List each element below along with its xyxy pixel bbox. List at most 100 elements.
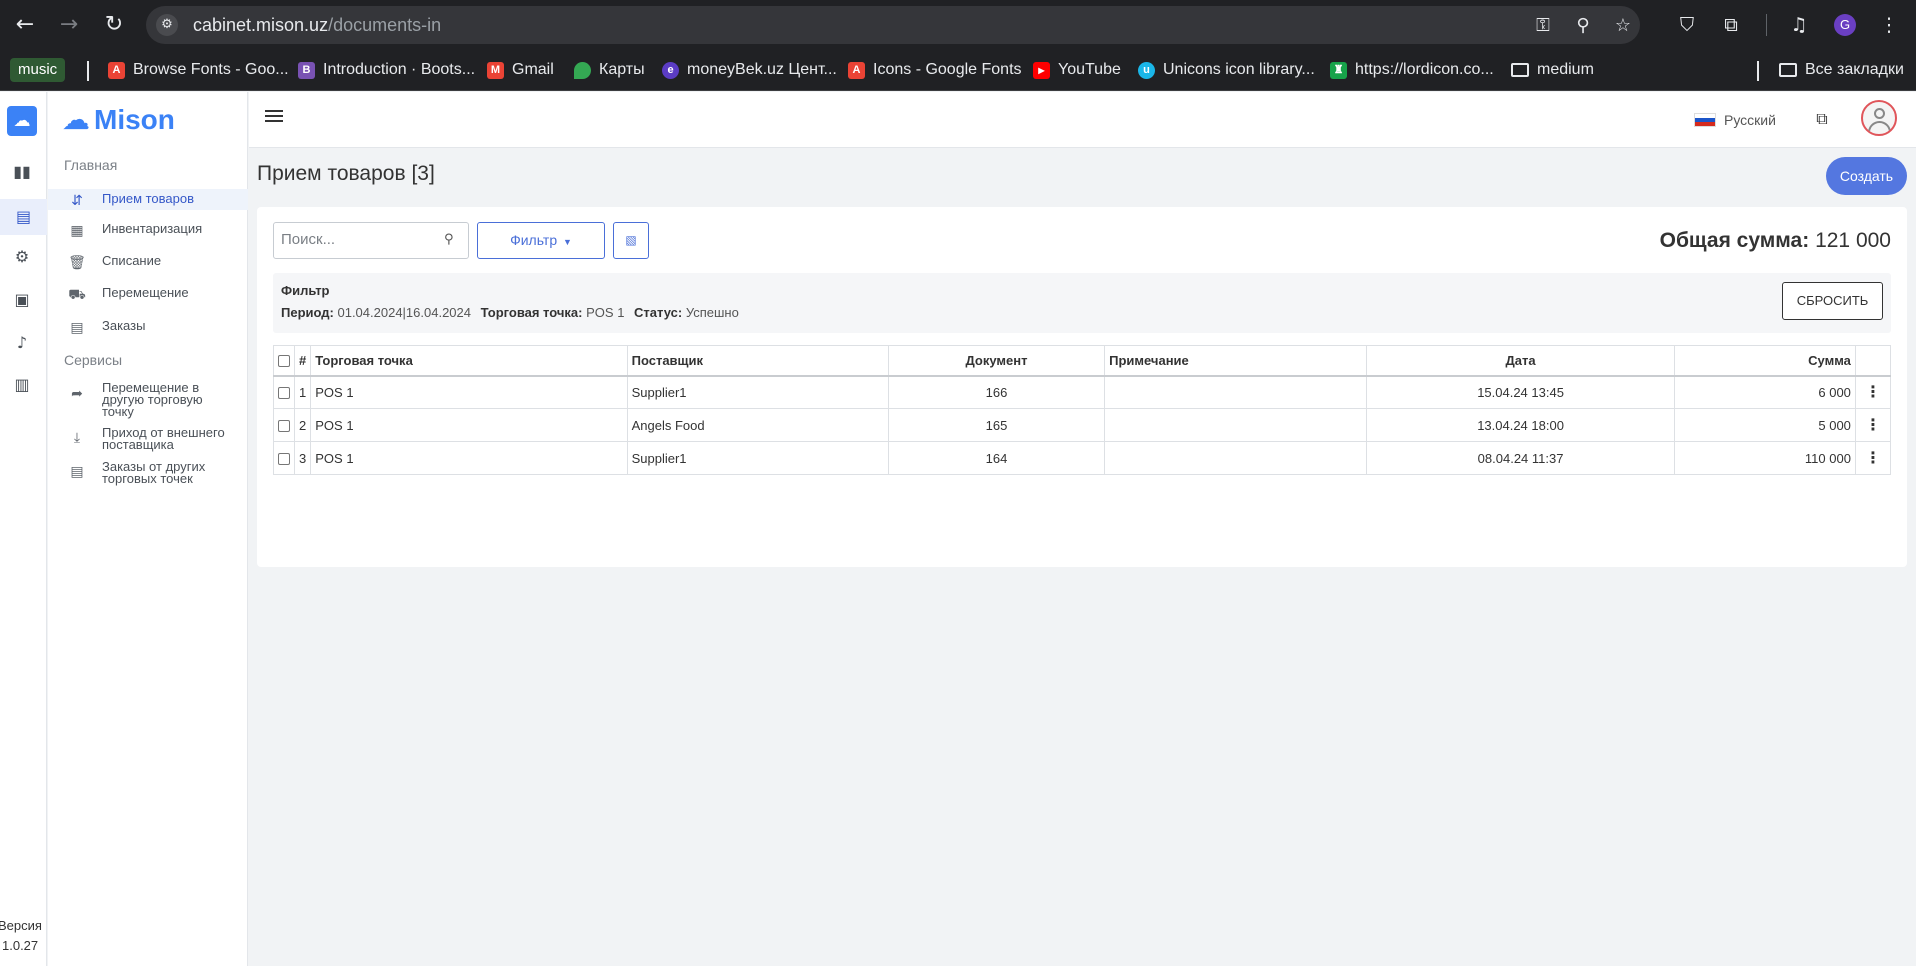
- puzzle-icon[interactable]: ⧉: [1718, 12, 1744, 38]
- bookmark-label: medium: [1537, 61, 1594, 78]
- url-text[interactable]: cabinet.mison.uz/documents-in: [193, 15, 441, 36]
- cloud-logo-icon[interactable]: ☁: [7, 106, 37, 136]
- clipboard-icon[interactable]: ▤: [0, 199, 47, 235]
- brand-name: Mison: [94, 104, 175, 135]
- page-title: Прием товаров [3]: [257, 162, 435, 185]
- address-bar[interactable]: ⚙ cabinet.mison.uz/documents-in ⚿ ⚲ ☆: [146, 6, 1640, 44]
- sidebar-item-label: Заказы от других торговых точек: [102, 459, 206, 486]
- export-file-button[interactable]: ▧: [613, 222, 649, 259]
- sidebar-item-write-off[interactable]: 🗑 Списание: [48, 254, 248, 273]
- filter-button-label: Фильтр: [510, 232, 558, 248]
- row-checkbox[interactable]: [278, 387, 290, 400]
- filter-dropdown-button[interactable]: Фильтр ▼: [477, 222, 605, 259]
- bookmark-youtube[interactable]: ▶ YouTube: [1033, 58, 1121, 82]
- app-header: Русский ⧉: [249, 92, 1916, 148]
- site-info-icon[interactable]: ⚙: [156, 14, 178, 36]
- shield-extension-icon[interactable]: ⛉: [1674, 12, 1700, 38]
- media-icon[interactable]: ♫: [1786, 12, 1812, 38]
- star-icon[interactable]: ☆: [1612, 15, 1634, 37]
- language-label: Русский: [1724, 112, 1776, 128]
- more-vertical-icon[interactable]: ⋮: [1865, 382, 1881, 401]
- bookmark-browse-fonts[interactable]: A Browse Fonts - Goo...: [108, 58, 289, 82]
- column-header-actions: [1854, 345, 1892, 377]
- sidebar-item-goods-receipt[interactable]: ⇵ Прием товаров: [48, 189, 248, 210]
- bookmark-label: YouTube: [1058, 61, 1121, 78]
- row-actions-cell: ⋮: [1854, 441, 1892, 475]
- status-filter-value: Успешно: [685, 305, 739, 320]
- all-bookmarks[interactable]: Все закладки: [1779, 58, 1904, 82]
- sidebar-item-inventory[interactable]: ▦ Инвентаризация: [48, 222, 248, 241]
- sidebar-item-transfer-to-pos[interactable]: ➦ Перемещение в другую торговую точку: [48, 381, 248, 418]
- search-icon[interactable]: ⚲: [444, 232, 460, 248]
- bell-icon[interactable]: ♪: [10, 331, 34, 355]
- forward-arrow-icon[interactable]: →: [56, 12, 82, 38]
- reset-filter-button[interactable]: СБРОСИТЬ: [1782, 282, 1883, 320]
- version-number: 1.0.27: [2, 938, 39, 953]
- menu-dots-icon[interactable]: ⋮: [1876, 12, 1902, 38]
- bookmark-maps[interactable]: Карты: [574, 58, 645, 82]
- bookmark-gmail[interactable]: M Gmail: [487, 58, 554, 82]
- column-header-note[interactable]: Примечание: [1104, 345, 1368, 377]
- table-row[interactable]: 2 POS 1 Angels Food 165 13.04.24 18:00 5…: [272, 408, 1892, 442]
- language-selector[interactable]: Русский: [1694, 112, 1776, 128]
- profile-avatar[interactable]: G: [1834, 14, 1856, 36]
- column-header-num[interactable]: #: [294, 345, 312, 377]
- bookmark-divider: [1757, 61, 1759, 81]
- sidebar-item-external-supplier[interactable]: ⤓ Приход от внешнего поставщика: [48, 426, 248, 453]
- more-vertical-icon[interactable]: ⋮: [1865, 415, 1881, 434]
- bookmark-lordicon[interactable]: ♜ https://lordicon.co...: [1330, 58, 1494, 82]
- russian-flag-icon: [1694, 113, 1716, 127]
- row-checkbox[interactable]: [278, 453, 290, 466]
- cell-date: 13.04.24 18:00: [1366, 408, 1675, 442]
- filter-panel-title: Фильтр: [281, 283, 330, 298]
- bookmark-label: https://lordicon.co...: [1355, 61, 1494, 78]
- bookmark-label: Карты: [599, 61, 645, 78]
- lordicon-icon: ♜: [1330, 61, 1347, 79]
- zoom-icon[interactable]: ⚲: [1572, 15, 1594, 37]
- gmail-icon: M: [487, 61, 504, 79]
- password-key-icon[interactable]: ⚿: [1532, 15, 1554, 37]
- reload-icon[interactable]: ↻: [101, 12, 127, 38]
- sidebar-item-label: Перемещение: [102, 285, 189, 300]
- column-header-sum[interactable]: Сумма: [1673, 345, 1856, 377]
- bookmark-bootstrap[interactable]: B Introduction · Boots...: [298, 58, 475, 82]
- copy-icon[interactable]: ⧉: [1811, 108, 1833, 130]
- column-header-pos[interactable]: Торговая точка: [310, 345, 628, 377]
- row-checkbox[interactable]: [278, 420, 290, 433]
- back-arrow-icon[interactable]: ←: [12, 12, 38, 38]
- select-all-checkbox[interactable]: [278, 355, 290, 368]
- bookmark-moneybek[interactable]: e moneyBek.uz Цент...: [662, 58, 837, 82]
- bookmark-music[interactable]: music: [10, 58, 66, 82]
- cell-document: 164: [887, 441, 1106, 475]
- bookmark-google-icons[interactable]: A Icons - Google Fonts: [848, 58, 1022, 82]
- bookmark-unicons[interactable]: u Unicons icon library...: [1138, 58, 1315, 82]
- gear-icon[interactable]: ⚙: [10, 245, 34, 269]
- building-icon[interactable]: ▥: [10, 373, 34, 397]
- row-select-cell: [272, 408, 296, 442]
- create-button[interactable]: Создать: [1826, 157, 1907, 195]
- hamburger-menu-icon[interactable]: [265, 110, 283, 124]
- sidebar-item-orders[interactable]: ▤ Заказы: [48, 319, 248, 338]
- more-vertical-icon[interactable]: ⋮: [1865, 448, 1881, 467]
- bookmark-folder-medium[interactable]: medium: [1511, 58, 1594, 82]
- table-row[interactable]: 1 POS 1 Supplier1 166 15.04.24 13:45 6 0…: [272, 375, 1892, 409]
- column-header-supplier[interactable]: Поставщик: [626, 345, 889, 377]
- table-row[interactable]: 3 POS 1 Supplier1 164 08.04.24 11:37 110…: [272, 441, 1892, 475]
- sidebar-item-orders-from-pos[interactable]: ▤ Заказы от других торговых точек: [48, 459, 248, 487]
- brand-logo[interactable]: ☁ Mison: [62, 104, 175, 136]
- sidebar-item-transfer[interactable]: ⛟ Перемещение: [48, 285, 248, 305]
- search-input[interactable]: [281, 231, 441, 248]
- folder-icon: [1779, 63, 1797, 77]
- caret-down-icon: ▼: [563, 237, 572, 247]
- cell-num: 1: [294, 375, 312, 409]
- column-header-date[interactable]: Дата: [1366, 345, 1675, 377]
- user-avatar[interactable]: [1861, 100, 1897, 136]
- column-header-document[interactable]: Документ: [887, 345, 1106, 377]
- bookmark-label: Gmail: [512, 61, 554, 78]
- contact-icon[interactable]: ▣: [10, 288, 34, 312]
- documents-table: # Торговая точка Поставщик Документ Прим…: [272, 345, 1892, 475]
- search-box: ⚲: [273, 222, 469, 259]
- chart-icon[interactable]: ▮▮: [10, 160, 34, 184]
- grid-icon: ▦: [70, 223, 84, 239]
- unicons-icon: u: [1138, 61, 1155, 79]
